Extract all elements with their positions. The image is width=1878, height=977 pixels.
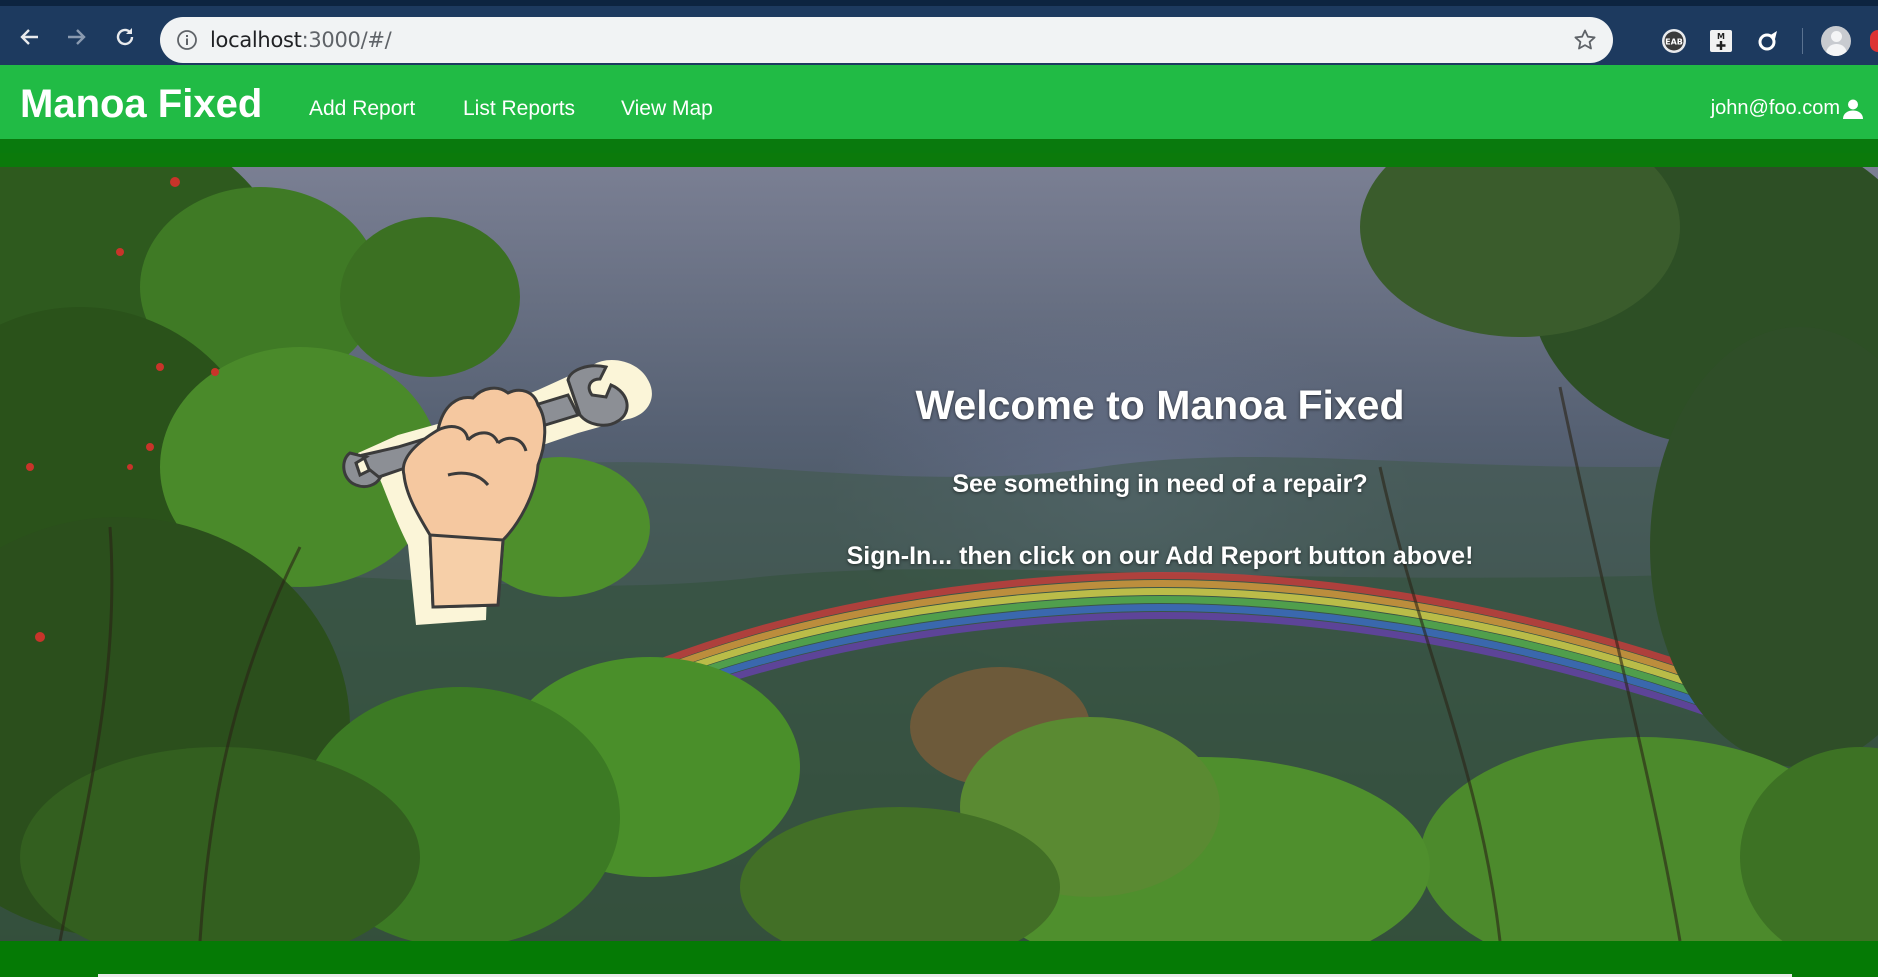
browser-toolbar: localhost:3000/#/ EAB M <box>0 0 1878 65</box>
svg-text:M: M <box>1717 32 1725 41</box>
user-menu[interactable]: john@foo.com <box>1711 97 1864 120</box>
user-email: john@foo.com <box>1710 97 1840 119</box>
user-icon <box>1843 99 1863 119</box>
update-indicator[interactable] <box>1870 30 1878 52</box>
toolbar-divider <box>1802 28 1803 54</box>
url-host: localhost <box>210 28 302 52</box>
app-navbar: Manoa Fixed Add Report List Reports View… <box>0 65 1878 153</box>
profile-avatar-icon[interactable] <box>1821 26 1851 56</box>
hero-title: Welcome to Manoa Fixed <box>915 382 1405 428</box>
back-arrow-icon[interactable] <box>14 22 44 52</box>
hero-instructions: Sign-In... then click on our Add Report … <box>846 542 1474 570</box>
nav-add-report[interactable]: Add Report <box>309 97 415 121</box>
hero-section: Welcome to Manoa Fixed See something in … <box>0 167 1878 941</box>
url-path: :3000/#/ <box>301 28 392 52</box>
brand-title[interactable]: Manoa Fixed <box>20 82 262 127</box>
nav-view-map[interactable]: View Map <box>621 97 713 121</box>
eab-extension-icon[interactable]: EAB <box>1661 28 1687 54</box>
hero-subtitle: See something in need of a repair? <box>952 470 1368 498</box>
star-icon[interactable] <box>1573 28 1597 52</box>
m-plus-extension-icon[interactable]: M <box>1708 28 1734 54</box>
fist-holding-wrench-icon <box>342 360 652 625</box>
footer-band <box>0 941 1878 977</box>
reload-icon[interactable] <box>110 22 140 52</box>
url-text[interactable]: localhost:3000/#/ <box>210 28 392 52</box>
pinwheel-extension-icon[interactable] <box>1755 28 1781 54</box>
address-bar[interactable]: localhost:3000/#/ <box>160 17 1613 63</box>
svg-text:EAB: EAB <box>1665 38 1683 47</box>
info-icon[interactable] <box>176 29 198 51</box>
nav-list-reports[interactable]: List Reports <box>463 97 575 121</box>
forward-arrow-icon[interactable] <box>62 22 92 52</box>
